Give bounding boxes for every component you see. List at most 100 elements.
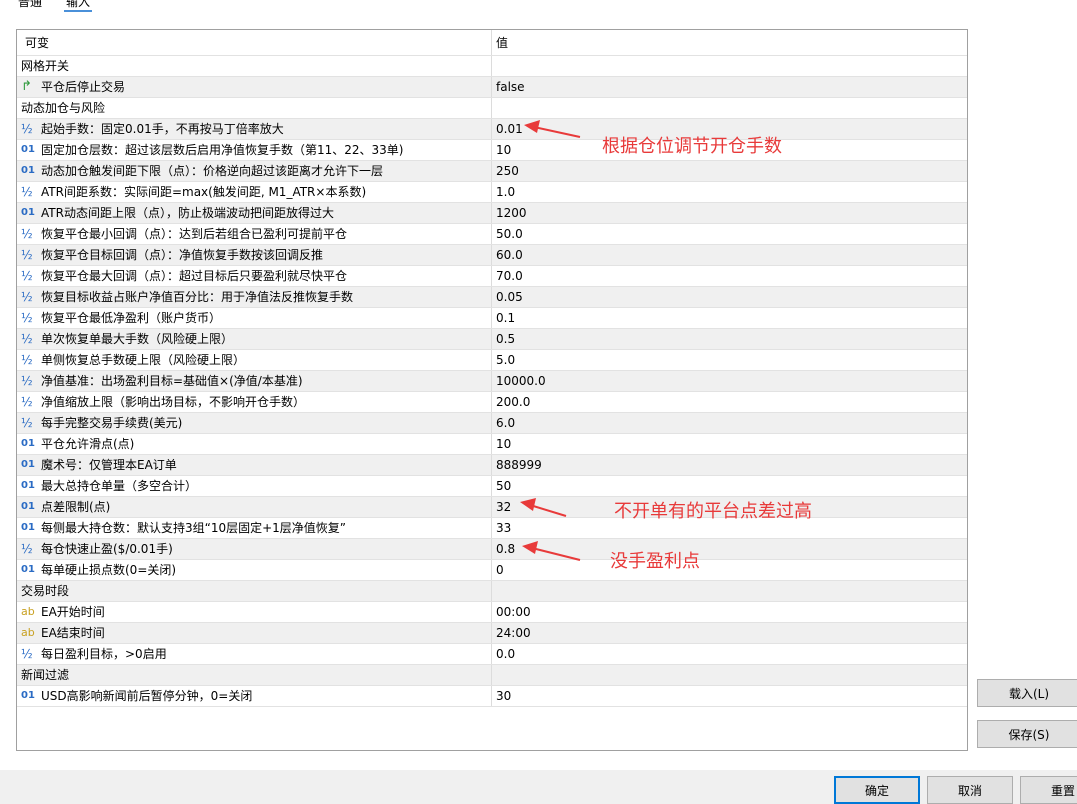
tab-input[interactable]: 输入 — [66, 0, 90, 10]
row-value[interactable]: 1200 — [492, 203, 966, 223]
table-row[interactable]: 01 魔术号：仅管理本EA订单 888999 — [17, 455, 967, 476]
header-variable[interactable]: 可变 — [17, 30, 492, 55]
table-row[interactable]: ½ 每仓快速止盈($/0.01手) 0.8 — [17, 539, 967, 560]
row-name: 01 ATR动态间距上限（点），防止极端波动把间距放得过大 — [17, 203, 492, 223]
table-row[interactable]: ½ 恢复平仓最低净盈利（账户货币） 0.1 — [17, 308, 967, 329]
table-row[interactable]: ab EA结束时间 24:00 — [17, 623, 967, 644]
load-button[interactable]: 载入(L) — [977, 679, 1077, 707]
table-row[interactable]: 01 ATR动态间距上限（点），防止极端波动把间距放得过大 1200 — [17, 203, 967, 224]
table-row[interactable]: ½ 恢复目标收益占账户净值百分比：用于净值法反推恢复手数 0.05 — [17, 287, 967, 308]
table-row[interactable]: ½ 起始手数：固定0.01手，不再按马丁倍率放大 0.01 — [17, 119, 967, 140]
save-button[interactable]: 保存(S) — [977, 720, 1077, 748]
row-value[interactable]: 50 — [492, 476, 966, 496]
table-row[interactable]: 01 点差限制(点) 32 — [17, 497, 967, 518]
table-row[interactable]: 01 每侧最大持仓数：默认支持3组“10层固定+1层净值恢复” 33 — [17, 518, 967, 539]
table-row[interactable]: 01 平仓允许滑点(点) 10 — [17, 434, 967, 455]
row-label: 魔术号：仅管理本EA订单 — [41, 458, 177, 472]
row-value[interactable]: 250 — [492, 161, 966, 181]
row-value[interactable]: false — [492, 77, 966, 97]
row-name: ½ 每日盈利目标，>0启用 — [17, 644, 492, 664]
int-type-icon: 01 — [21, 690, 35, 701]
table-row[interactable]: ½ 恢复平仓目标回调（点）：净值恢复手数按该回调反推 60.0 — [17, 245, 967, 266]
row-name: ½ ATR间距系数：实际间距=max(触发间距, M1_ATR×本系数) — [17, 182, 492, 202]
frac-type-icon: ½ — [21, 416, 33, 430]
row-value — [492, 581, 966, 601]
row-value[interactable]: 70.0 — [492, 266, 966, 286]
ok-button[interactable]: 确定 — [834, 776, 920, 804]
cancel-button[interactable]: 取消 — [927, 776, 1013, 804]
bool-type-icon: ↱ — [21, 79, 32, 94]
row-label: 起始手数：固定0.01手，不再按马丁倍率放大 — [41, 122, 284, 136]
row-value[interactable]: 0.0 — [492, 644, 966, 664]
row-value[interactable]: 1.0 — [492, 182, 966, 202]
table-row[interactable]: 01 动态加仓触发间距下限（点）：价格逆向超过该距离才允许下一层 250 — [17, 161, 967, 182]
row-value[interactable]: 888999 — [492, 455, 966, 475]
frac-type-icon: ½ — [21, 290, 33, 304]
row-value[interactable]: 30 — [492, 686, 966, 706]
row-label: 净值缩放上限（影响出场目标，不影响开仓手数） — [41, 395, 306, 409]
reset-button[interactable]: 重置 — [1020, 776, 1077, 804]
int-type-icon: 01 — [21, 144, 35, 155]
table-row[interactable]: ½ ATR间距系数：实际间距=max(触发间距, M1_ATR×本系数) 1.0 — [17, 182, 967, 203]
row-name: ½ 单次恢复单最大手数（风险硬上限） — [17, 329, 492, 349]
frac-type-icon: ½ — [21, 269, 33, 283]
table-row[interactable]: ½ 单次恢复单最大手数（风险硬上限） 0.5 — [17, 329, 967, 350]
row-value[interactable]: 00:00 — [492, 602, 966, 622]
int-type-icon: 01 — [21, 501, 35, 512]
row-value[interactable]: 10000.0 — [492, 371, 966, 391]
ab-type-icon: ab — [21, 626, 35, 639]
row-value[interactable]: 50.0 — [492, 224, 966, 244]
row-value[interactable]: 0.8 — [492, 539, 966, 559]
row-value[interactable]: 60.0 — [492, 245, 966, 265]
row-label: 单侧恢复总手数硬上限（风险硬上限） — [41, 353, 246, 367]
active-tab-indicator — [64, 10, 92, 12]
row-value[interactable]: 0.1 — [492, 308, 966, 328]
row-label: USD高影响新闻前后暂停分钟，0=关闭 — [41, 689, 253, 703]
row-name: 动态加仓与风险 — [17, 98, 492, 118]
row-value[interactable]: 6.0 — [492, 413, 966, 433]
table-row[interactable]: ↱ 平仓后停止交易 false — [17, 77, 967, 98]
row-label: 每手完整交易手续费(美元) — [41, 416, 183, 430]
int-type-icon: 01 — [21, 207, 35, 218]
row-label: 动态加仓与风险 — [21, 101, 106, 115]
row-label: 每仓快速止盈($/0.01手) — [41, 542, 173, 556]
row-name: ½ 每仓快速止盈($/0.01手) — [17, 539, 492, 559]
group-row: 动态加仓与风险 — [17, 98, 967, 119]
frac-type-icon: ½ — [21, 332, 33, 346]
table-row[interactable]: ½ 净值基准：出场盈利目标=基础值×(净值/本基准) 10000.0 — [17, 371, 967, 392]
row-name: 01 最大总持仓单量（多空合计） — [17, 476, 492, 496]
row-name: ½ 净值基准：出场盈利目标=基础值×(净值/本基准) — [17, 371, 492, 391]
table-row[interactable]: 01 固定加仓层数：超过该层数后启用净值恢复手数（第11、22、33单) 10 — [17, 140, 967, 161]
ab-type-icon: ab — [21, 605, 35, 618]
row-value — [492, 56, 966, 76]
row-name: 01 动态加仓触发间距下限（点）：价格逆向超过该距离才允许下一层 — [17, 161, 492, 181]
table-row[interactable]: ½ 单侧恢复总手数硬上限（风险硬上限） 5.0 — [17, 350, 967, 371]
table-row[interactable]: 01 USD高影响新闻前后暂停分钟，0=关闭 30 — [17, 686, 967, 707]
table-row[interactable]: ab EA开始时间 00:00 — [17, 602, 967, 623]
table-row[interactable]: 01 每单硬止损点数(0=关闭) 0 — [17, 560, 967, 581]
row-label: 恢复平仓目标回调（点）：净值恢复手数按该回调反推 — [41, 248, 324, 262]
table-row[interactable]: ½ 恢复平仓最小回调（点）：达到后若组合已盈利可提前平仓 50.0 — [17, 224, 967, 245]
header-value[interactable]: 值 — [492, 30, 966, 55]
row-label: 平仓允许滑点(点) — [41, 437, 135, 451]
row-label: 网格开关 — [21, 59, 70, 73]
row-value[interactable]: 0.05 — [492, 287, 966, 307]
table-row[interactable]: 01 最大总持仓单量（多空合计） 50 — [17, 476, 967, 497]
row-value[interactable]: 200.0 — [492, 392, 966, 412]
tab-normal[interactable]: 普通 — [18, 0, 42, 10]
row-name: ½ 起始手数：固定0.01手，不再按马丁倍率放大 — [17, 119, 492, 139]
frac-type-icon: ½ — [21, 395, 33, 409]
row-value[interactable]: 10 — [492, 434, 966, 454]
table-row[interactable]: ½ 每日盈利目标，>0启用 0.0 — [17, 644, 967, 665]
row-value[interactable]: 24:00 — [492, 623, 966, 643]
table-row[interactable]: ½ 恢复平仓最大回调（点）：超过目标后只要盈利就尽快平仓 70.0 — [17, 266, 967, 287]
row-value[interactable]: 0.5 — [492, 329, 966, 349]
int-type-icon: 01 — [21, 480, 35, 491]
table-row[interactable]: ½ 每手完整交易手续费(美元) 6.0 — [17, 413, 967, 434]
table-row[interactable]: ½ 净值缩放上限（影响出场目标，不影响开仓手数） 200.0 — [17, 392, 967, 413]
row-value[interactable]: 0 — [492, 560, 966, 580]
annotation-lot-size: 根据仓位调节开仓手数 — [602, 136, 782, 157]
row-name: 01 点差限制(点) — [17, 497, 492, 517]
frac-type-icon: ½ — [21, 311, 33, 325]
row-value[interactable]: 5.0 — [492, 350, 966, 370]
